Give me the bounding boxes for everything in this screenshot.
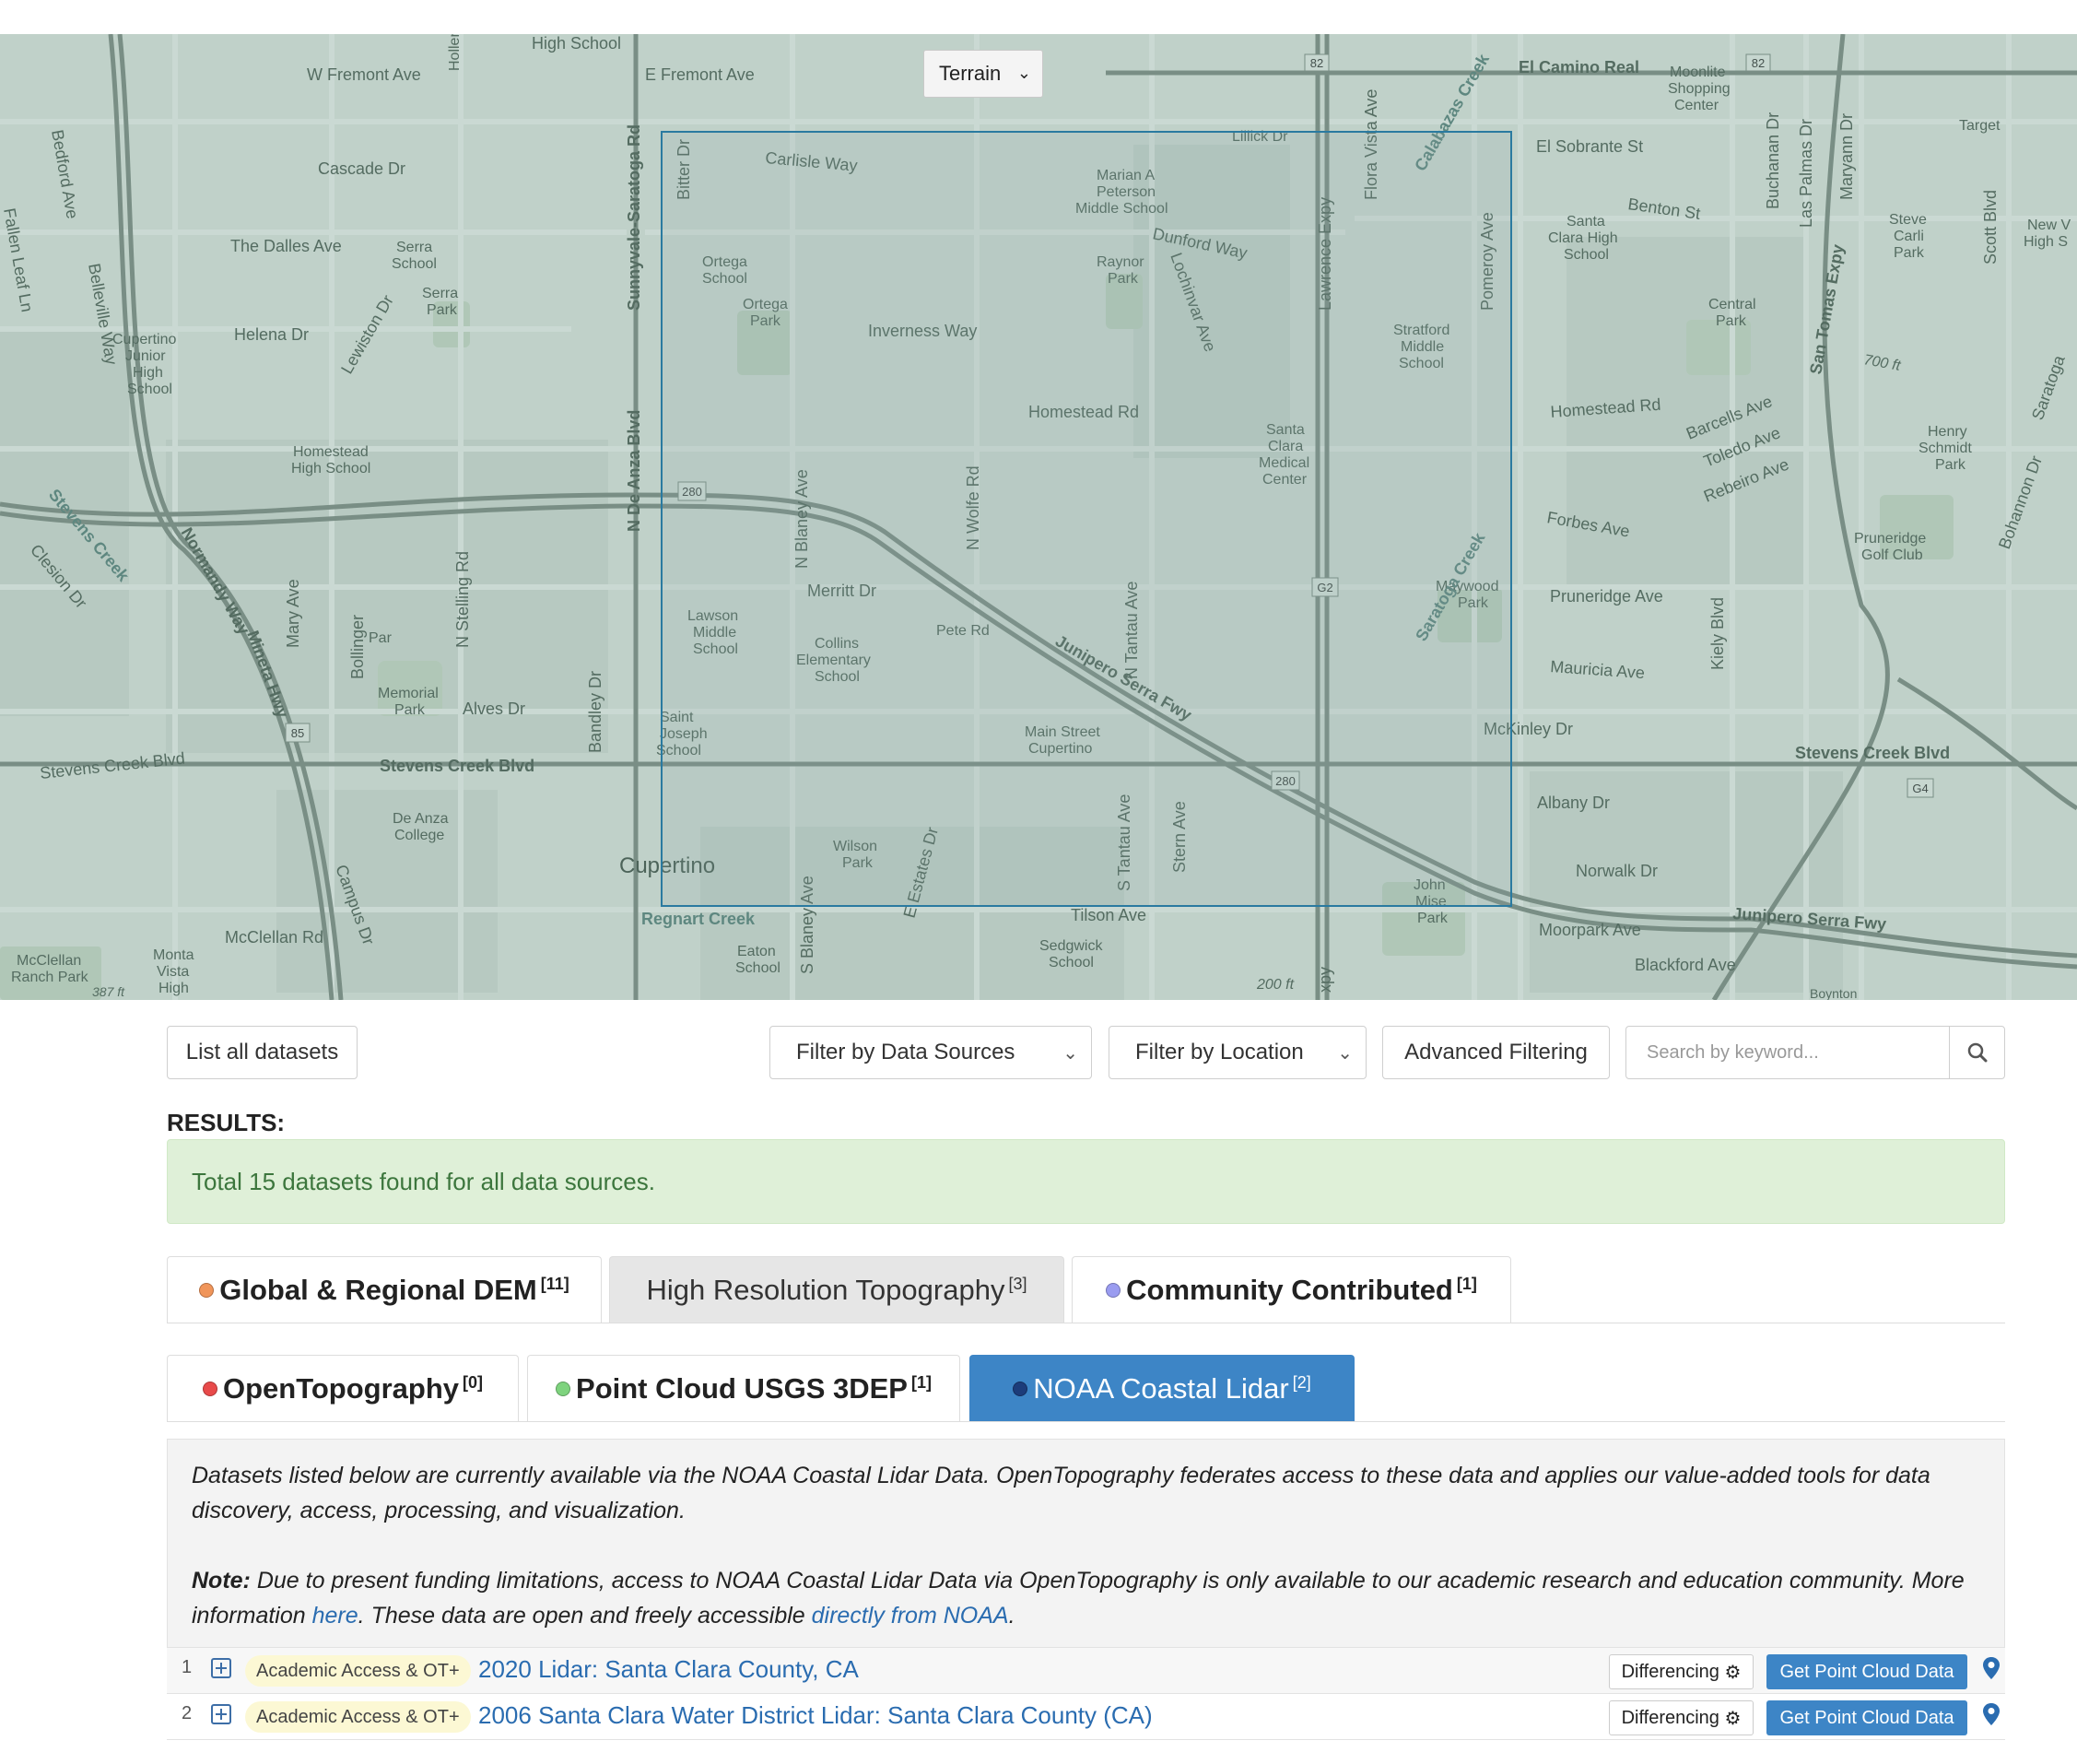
gear-icon: ⚙ [1724, 1662, 1742, 1683]
note-label: Note: [192, 1568, 251, 1593]
differencing-label: Differencing [1621, 1661, 1719, 1682]
advanced-filtering-button[interactable]: Advanced Filtering [1382, 1026, 1610, 1079]
differencing-label: Differencing [1621, 1707, 1719, 1728]
search-button[interactable] [1949, 1027, 2004, 1078]
info-note: Note: Due to present funding limitations… [192, 1563, 1980, 1633]
chevron-down-icon: ⌄ [1337, 1043, 1353, 1064]
green-dot-icon [556, 1381, 571, 1396]
expand-icon[interactable] [211, 1704, 231, 1724]
tab-count: [2] [1292, 1373, 1311, 1392]
info-panel: Datasets listed below are currently avai… [167, 1439, 2005, 1647]
map-view[interactable]: 82 82 280 280 85 G2 G4 W Fremont Ave Hig… [0, 34, 2077, 1000]
tab-label: OpenTopography [222, 1371, 460, 1405]
access-badge: Academic Access & OT+ [245, 1701, 471, 1733]
orange-dot-icon [199, 1282, 215, 1298]
chevron-down-icon: ⌄ [1062, 1043, 1078, 1064]
navy-dot-icon [1013, 1381, 1028, 1396]
results-heading: RESULTS: [167, 1109, 286, 1136]
search-icon [1967, 1042, 1987, 1063]
tab-label: Global & Regional DEM [219, 1273, 537, 1306]
access-badge: Academic Access & OT+ [245, 1655, 471, 1687]
tab-label: Point Cloud USGS 3DEP [576, 1371, 908, 1405]
tab-count: [0] [463, 1373, 484, 1392]
purple-dot-icon [1106, 1282, 1121, 1298]
note-text: . [1008, 1603, 1015, 1629]
dataset-title-link[interactable]: 2006 Santa Clara Water District Lidar: S… [478, 1701, 1153, 1730]
table-row: 1 Academic Access & OT+ 2020 Lidar: Sant… [167, 1647, 2005, 1693]
tab-count: [3] [1008, 1275, 1027, 1293]
results-summary-alert: Total 15 datasets found for all data sou… [167, 1139, 2005, 1224]
list-all-datasets-button[interactable]: List all datasets [167, 1026, 358, 1079]
tab-count: [1] [910, 1373, 932, 1392]
red-dot-icon [202, 1381, 217, 1396]
filter-location-label: Filter by Location [1135, 1040, 1304, 1064]
chevron-down-icon: ⌄ [1016, 64, 1031, 82]
subtabs-divider [167, 1421, 2005, 1422]
noaa-link[interactable]: directly from NOAA [812, 1603, 1009, 1629]
differencing-button[interactable]: Differencing ⚙ [1609, 1700, 1754, 1735]
tab-label: High Resolution Topography [646, 1273, 1005, 1306]
search-input[interactable] [1626, 1027, 1949, 1078]
table-bottom-border [167, 1739, 2005, 1740]
expand-icon[interactable] [211, 1658, 231, 1678]
tab-label: Community Contributed [1126, 1273, 1453, 1306]
tab-high-resolution-topography[interactable]: High Resolution Topography [3] [609, 1256, 1064, 1323]
filter-data-sources-label: Filter by Data Sources [796, 1040, 1015, 1064]
filter-location-select[interactable]: Filter by Location ⌄ [1109, 1026, 1367, 1079]
gear-icon: ⚙ [1724, 1708, 1742, 1729]
table-row: 2 Academic Access & OT+ 2006 Santa Clara… [167, 1693, 2005, 1739]
row-number: 2 [182, 1703, 193, 1723]
tab-label: NOAA Coastal Lidar [1033, 1371, 1289, 1405]
tab-opentopography[interactable]: OpenTopography [0] [167, 1355, 519, 1421]
tab-count: [11] [540, 1275, 569, 1293]
map-marker-icon[interactable] [1982, 1656, 2001, 1680]
dataset-title-link[interactable]: 2020 Lidar: Santa Clara County, CA [478, 1655, 859, 1684]
here-link[interactable]: here [312, 1603, 358, 1629]
results-summary-text: Total 15 datasets found for all data sou… [192, 1167, 655, 1195]
note-text: . These data are open and freely accessi… [358, 1603, 812, 1629]
get-point-cloud-button[interactable]: Get Point Cloud Data [1766, 1654, 1967, 1689]
differencing-button[interactable]: Differencing ⚙ [1609, 1654, 1754, 1689]
tab-noaa-coastal-lidar[interactable]: NOAA Coastal Lidar [2] [969, 1355, 1355, 1421]
map-type-label: Terrain [939, 62, 1002, 85]
tab-count: [1] [1456, 1275, 1477, 1293]
get-point-cloud-button[interactable]: Get Point Cloud Data [1766, 1700, 1967, 1735]
row-number: 1 [182, 1657, 193, 1677]
search-box [1625, 1026, 2005, 1079]
tab-community-contributed[interactable]: Community Contributed [1] [1072, 1256, 1511, 1323]
tab-global-regional-dem[interactable]: Global & Regional DEM [11] [167, 1256, 602, 1323]
info-description: Datasets listed below are currently avai… [192, 1463, 1930, 1523]
map-canvas[interactable]: 82 82 280 280 85 G2 G4 W Fremont Ave Hig… [0, 34, 2077, 1000]
tab-point-cloud-usgs-3dep[interactable]: Point Cloud USGS 3DEP [1] [527, 1355, 960, 1421]
filter-data-sources-select[interactable]: Filter by Data Sources ⌄ [769, 1026, 1092, 1079]
map-marker-icon[interactable] [1982, 1702, 2001, 1726]
selection-rectangle[interactable] [661, 131, 1512, 907]
map-type-select[interactable]: Terrain ⌄ [923, 50, 1043, 98]
